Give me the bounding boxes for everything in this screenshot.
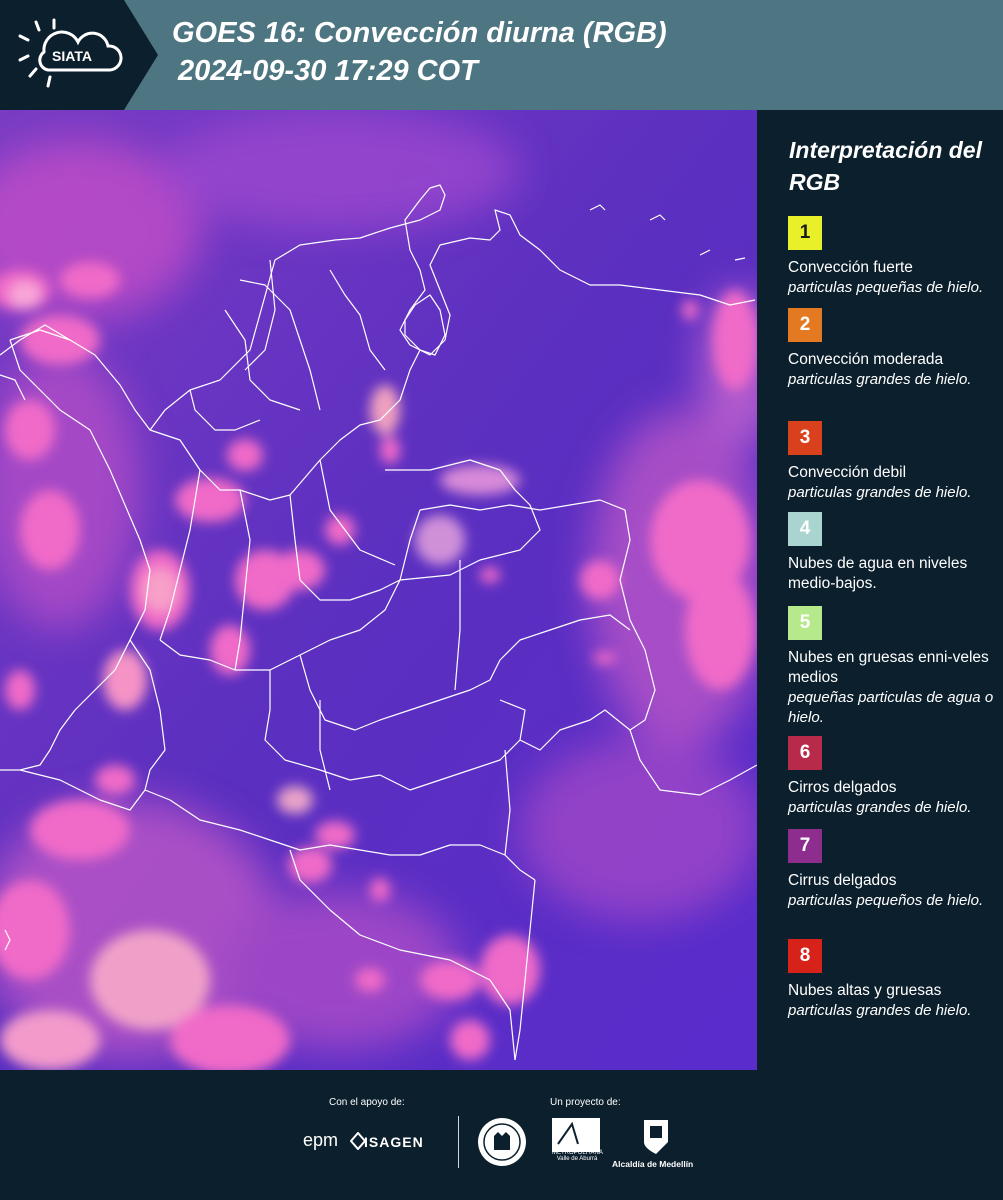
legend-name-1: Convección fuerte <box>788 259 913 276</box>
epm-logo: epm <box>303 1130 339 1150</box>
legend-desc-2: particulas grandes de hielo. <box>788 371 972 388</box>
legend-desc-7: particulas pequeños de hielo. <box>788 892 984 909</box>
legend-title: Interpretación del RGB <box>789 137 982 195</box>
area-metropolitana-logo <box>552 1118 600 1152</box>
legend-item-3: 3 Convección debil particulas grandes de… <box>788 421 998 503</box>
legend-swatch-5: 5 <box>788 606 822 640</box>
alcaldia-medellin-label: Alcaldía de Medellín <box>612 1159 694 1169</box>
legend-swatch-6: 6 <box>788 736 822 770</box>
legend-item-2: 2 Convección moderada particulas grandes… <box>788 308 998 390</box>
legend-name-7: Cirrus delgados <box>788 872 897 889</box>
isagen-logo: ISAGEN <box>364 1134 424 1150</box>
legend-panel: Interpretación del RGB 1 Convección fuer… <box>757 110 1003 1070</box>
support-label: Con el apoyo de: <box>329 1097 405 1108</box>
legend-item-1: 1 Convección fuerte particulas pequeñas … <box>788 216 998 298</box>
legend-item-6: 6 Cirros delgados particulas grandes de … <box>788 736 998 818</box>
legend-swatch-2: 2 <box>788 308 822 342</box>
siata-logo-block: SIATA <box>0 0 158 110</box>
legend-num-6: 6 <box>799 742 811 763</box>
legend-item-4: 4 Nubes de agua en niveles medio-bajos. <box>788 512 998 594</box>
legend-num-3: 3 <box>799 427 811 448</box>
legend-desc-5: pequeñas particulas de agua o hielo. <box>788 689 994 726</box>
legend-swatch-8: 8 <box>788 939 822 973</box>
legend-item-8: 8 Nubes altas y gruesas particulas grand… <box>788 939 998 1021</box>
seal-logo <box>478 1118 526 1166</box>
legend-desc-6: particulas grandes de hielo. <box>788 799 972 816</box>
siata-logo: SIATA <box>18 18 123 88</box>
legend-swatch-1: 1 <box>788 216 822 250</box>
area-metropolitana-text: METROPOLITANA Valle de Aburrá <box>552 1150 603 1162</box>
legend-num-4: 4 <box>799 518 811 539</box>
legend-name-5: Nubes en gruesas enni-veles medios <box>788 649 989 686</box>
title-line-2: 2024-09-30 17:29 COT <box>178 55 478 87</box>
legend-name-6: Cirros delgados <box>788 779 897 796</box>
medellin-shield-icon <box>644 1120 668 1154</box>
legend-name-8: Nubes altas y gruesas <box>788 982 942 999</box>
title-line-1: GOES 16: Convección diurna (RGB) <box>172 17 667 49</box>
legend-desc-8: particulas grandes de hielo. <box>788 1002 972 1019</box>
project-label: Un proyecto de: <box>550 1097 621 1108</box>
legend-item-5: 5 Nubes en gruesas enni-veles medios peq… <box>788 606 998 728</box>
satellite-map <box>0 110 757 1070</box>
header-bar: SIATA GOES 16: Convección diurna (RGB) 2… <box>0 0 1003 110</box>
footer-separator <box>458 1116 459 1168</box>
legend-swatch-3: 3 <box>788 421 822 455</box>
legend-name-2: Convección moderada <box>788 351 944 368</box>
legend-desc-3: particulas grandes de hielo. <box>788 484 972 501</box>
legend-swatch-7: 7 <box>788 829 822 863</box>
legend-num-7: 7 <box>799 835 811 856</box>
satellite-image <box>0 110 757 1070</box>
area-metropolitana-label: METROPOLITANA Valle de Aburrá <box>552 1150 603 1162</box>
legend-num-8: 8 <box>799 945 811 966</box>
footer: Con el apoyo de: Un proyecto de: epm ISA… <box>0 1070 1003 1200</box>
legend-desc-1: particulas pequeñas de hielo. <box>788 279 984 296</box>
legend-num-1: 1 <box>799 222 811 243</box>
legend-item-7: 7 Cirrus delgados particulas pequeños de… <box>788 829 998 911</box>
legend-swatch-4: 4 <box>788 512 822 546</box>
legend-name-4: Nubes de agua en niveles medio-bajos. <box>788 555 968 592</box>
legend-num-5: 5 <box>799 612 811 633</box>
siata-logo-text: SIATA <box>52 48 92 64</box>
legend-num-2: 2 <box>799 314 811 335</box>
page-title: GOES 16: Convección diurna (RGB) 2024-09… <box>172 14 667 90</box>
legend-name-3: Convección debil <box>788 464 907 481</box>
